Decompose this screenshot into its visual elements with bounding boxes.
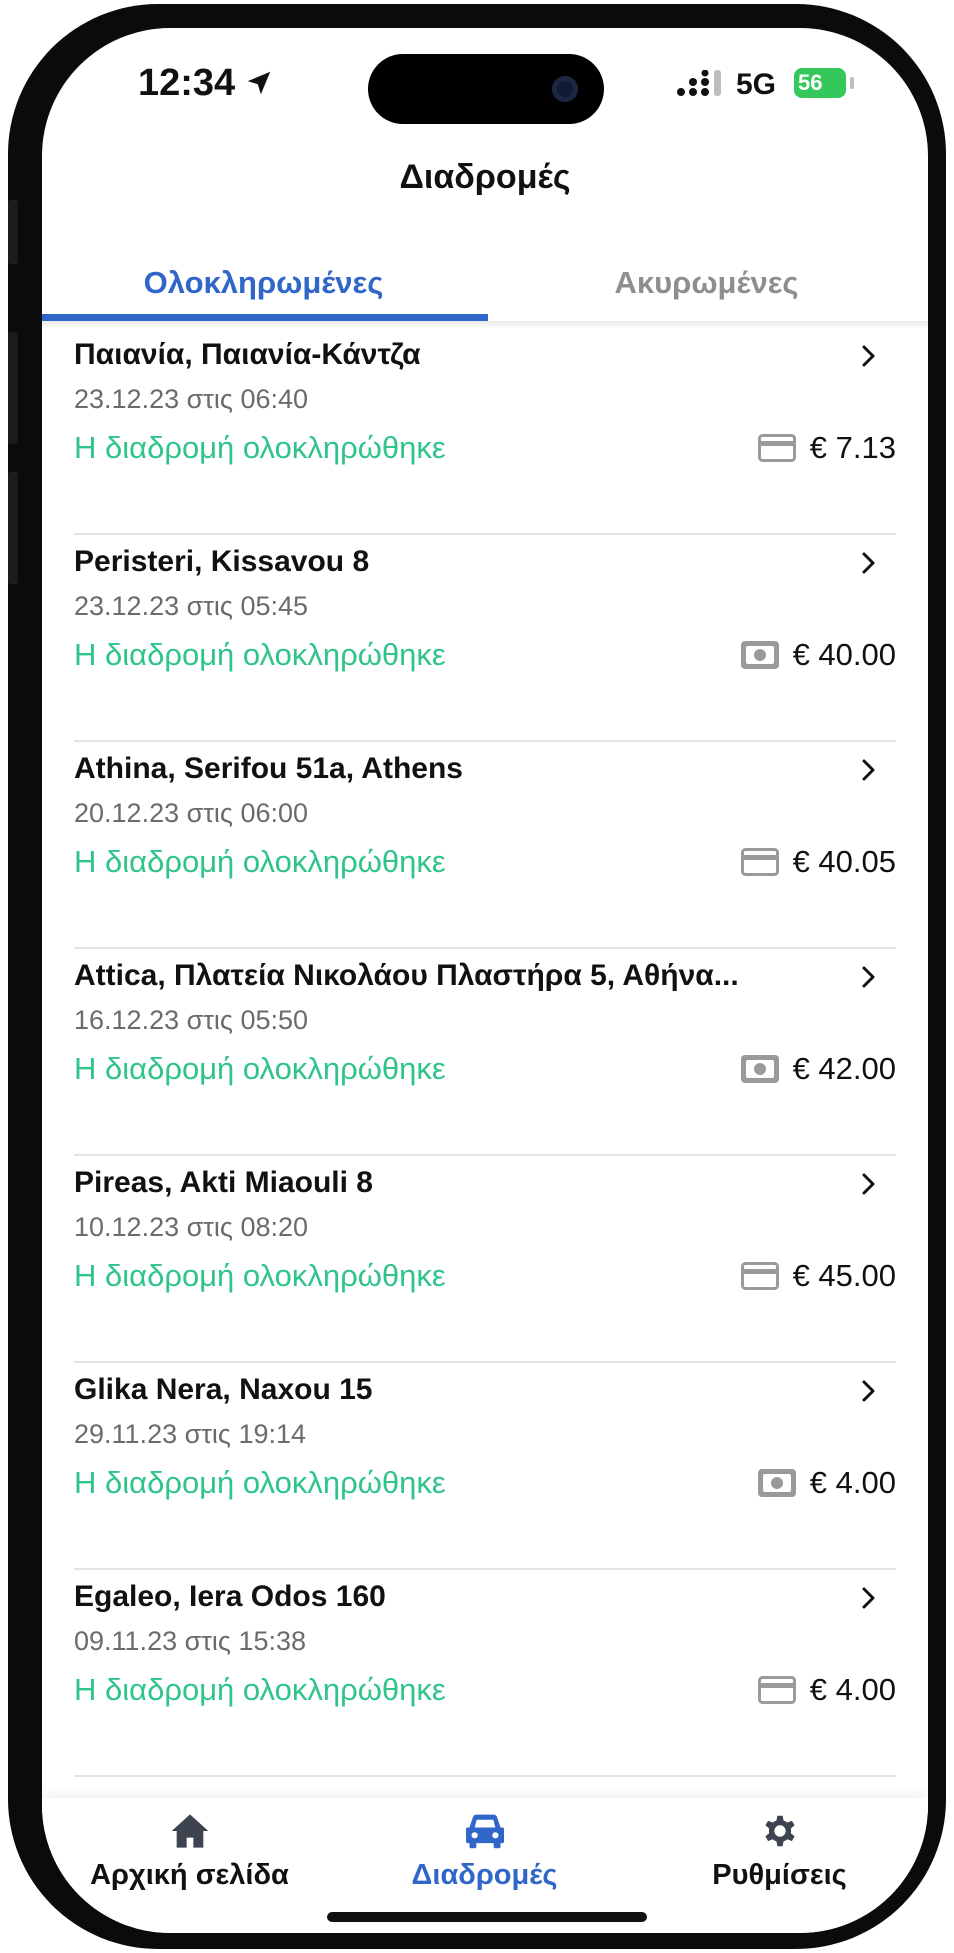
cash-icon	[757, 1469, 796, 1502]
trip-row[interactable]: Athina, Serifou 51a, Athens 20.12.23 στις…	[42, 742, 928, 949]
trip-status: Η διαδρομή ολοκληρώθηκε	[74, 1051, 446, 1086]
credit-card-icon	[757, 434, 796, 467]
status-time: 12:34	[138, 62, 236, 104]
camera-icon	[552, 76, 578, 102]
trip-price: € 4.00	[809, 1465, 896, 1500]
gear-icon	[764, 1815, 795, 1847]
signal-icon	[677, 70, 721, 96]
active-tab-indicator	[42, 314, 488, 321]
trip-status: Η διαδρομή ολοκληρώθηκε	[74, 1672, 446, 1707]
trip-date: 16.12.23 στις 05:50	[74, 1005, 309, 1035]
trip-price: € 42.00	[792, 1051, 896, 1086]
car-icon	[465, 1814, 504, 1849]
nav-settings-label: Ρυθμίσεις	[712, 1859, 847, 1891]
credit-card-icon	[740, 1262, 779, 1295]
trip-price: € 40.00	[792, 637, 896, 672]
trip-row[interactable]: Egaleo, Iera Odos 160 09.11.23 στις 15:38…	[42, 1570, 928, 1777]
trip-date: 23.12.23 στις 06:40	[74, 384, 309, 414]
trip-address: Athina, Serifou 51a, Athens	[74, 752, 463, 785]
home-indicator	[327, 1912, 647, 1922]
divider	[74, 1775, 896, 1777]
trip-row[interactable]: Glika Nera, Naxou 15 29.11.23 στις 19:14 Η…	[42, 1363, 928, 1570]
network-type: 5G	[736, 68, 777, 101]
trip-status: Η διαδρομή ολοκληρώθηκε	[74, 1258, 446, 1293]
nav-home-label: Αρχική σελίδα	[90, 1859, 289, 1891]
trip-status: Η διαδρομή ολοκληρώθηκε	[74, 430, 446, 465]
chevron-right-icon[interactable]	[856, 344, 880, 368]
trip-row[interactable]: Παιανία, Παιανία-Κάντζα 23.12.23 στις 06:…	[42, 328, 928, 535]
location-arrow-icon	[247, 71, 271, 95]
trip-date: 29.11.23 στις 19:14	[74, 1419, 307, 1449]
trip-price: € 45.00	[792, 1258, 896, 1293]
trip-address: Glika Nera, Naxou 15	[74, 1373, 373, 1406]
mute-switch	[8, 200, 18, 264]
volume-down-button	[8, 472, 18, 584]
screen: 12:34 5G 56 Διαδρομές Ολοκληρωμένες Ακυρ…	[42, 28, 928, 1933]
trip-price: € 7.13	[809, 430, 896, 465]
chevron-right-icon[interactable]	[856, 551, 880, 575]
trip-row[interactable]: Pireas, Akti Miaouli 8 10.12.23 στις 08:2…	[42, 1156, 928, 1363]
chevron-right-icon[interactable]	[856, 1586, 880, 1610]
battery-level: 56	[798, 70, 823, 95]
cash-icon	[740, 1055, 779, 1088]
trip-date: 20.12.23 στις 06:00	[74, 798, 309, 828]
cash-icon	[740, 641, 779, 674]
trip-address: Παιανία, Παιανία-Κάντζα	[74, 338, 421, 371]
trip-row[interactable]: Peristeri, Kissavou 8 23.12.23 στις 05:45…	[42, 535, 928, 742]
nav-home[interactable]: Αρχική σελίδα	[42, 1812, 337, 1892]
chevron-right-icon[interactable]	[856, 758, 880, 782]
trip-address: Peristeri, Kissavou 8	[74, 545, 370, 578]
trip-date: 23.12.23 στις 05:45	[74, 591, 309, 621]
trip-list[interactable]: Παιανία, Παιανία-Κάντζα 23.12.23 στις 06:…	[42, 328, 928, 1808]
battery-tip	[850, 77, 854, 89]
home-icon	[171, 1814, 208, 1848]
credit-card-icon	[740, 848, 779, 881]
phone-frame: 12:34 5G 56 Διαδρομές Ολοκληρωμένες Ακυρ…	[8, 4, 946, 1949]
page-title: Διαδρομές	[399, 158, 571, 196]
trip-status: Η διαδρομή ολοκληρώθηκε	[74, 1465, 446, 1500]
trip-address: Egaleo, Iera Odos 160	[74, 1580, 386, 1613]
chevron-right-icon[interactable]	[856, 1379, 880, 1403]
battery-icon: 56	[794, 68, 846, 98]
nav-trips-label: Διαδρομές	[411, 1859, 558, 1891]
volume-up-button	[8, 332, 18, 444]
trip-status: Η διαδρομή ολοκληρώθηκε	[74, 844, 446, 879]
chevron-right-icon[interactable]	[856, 1172, 880, 1196]
trip-price: € 4.00	[809, 1672, 896, 1707]
trip-address: Attica, Πλατεία Νικολάου Πλαστήρα 5, Αθή…	[74, 959, 739, 992]
credit-card-icon	[757, 1676, 796, 1709]
nav-trips[interactable]: Διαδρομές	[337, 1812, 632, 1892]
nav-settings[interactable]: Ρυθμίσεις	[632, 1812, 927, 1892]
chevron-right-icon[interactable]	[856, 965, 880, 989]
trip-date: 09.11.23 στις 15:38	[74, 1626, 307, 1656]
trip-address: Pireas, Akti Miaouli 8	[74, 1166, 373, 1199]
trip-status: Η διαδρομή ολοκληρώθηκε	[74, 637, 446, 672]
trip-row[interactable]: Attica, Πλατεία Νικολάου Πλαστήρα 5, Αθή…	[42, 949, 928, 1156]
trip-price: € 40.05	[792, 844, 896, 879]
dynamic-island	[368, 54, 604, 124]
trip-date: 10.12.23 στις 08:20	[74, 1212, 309, 1242]
